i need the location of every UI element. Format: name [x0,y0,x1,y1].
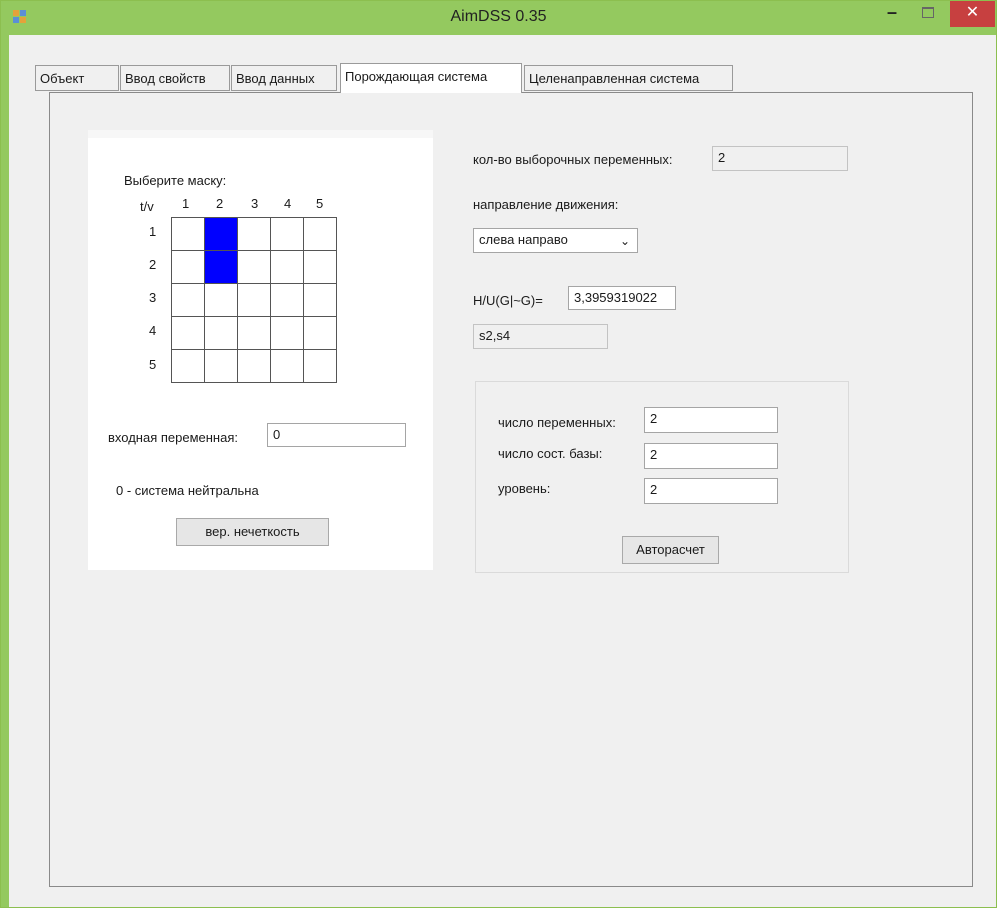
sample-vars-field[interactable]: 2 [712,146,848,171]
mask-cell[interactable] [204,316,238,350]
direction-value: слева направо [479,232,568,247]
mask-cell[interactable] [237,283,271,317]
mask-cell[interactable] [303,316,337,350]
chevron-down-icon: ⌄ [619,234,630,248]
mask-grid-row [171,316,337,350]
mask-cell[interactable] [237,217,271,251]
entropy-field[interactable]: 3,3959319022 [568,286,676,310]
mask-cell[interactable] [303,349,337,383]
mask-cell[interactable] [171,283,205,317]
mask-cell[interactable] [171,250,205,284]
mask-cell[interactable] [171,316,205,350]
mask-cell[interactable] [204,283,238,317]
mask-col-header: 2 [216,196,224,211]
mask-corner-label: t/v [140,199,154,214]
level-label: уровень: [498,481,551,496]
mask-cell[interactable] [270,316,304,350]
mask-grid[interactable] [171,217,337,383]
auto-calc-button[interactable]: Авторасчет [622,536,719,564]
window-title: AimDSS 0.35 [450,8,547,25]
mask-cell[interactable] [303,217,337,251]
mask-col-header: 5 [316,196,324,211]
entropy-label: H/U(G|~G)= [473,293,543,308]
mask-cell[interactable] [204,349,238,383]
mask-cell[interactable] [303,250,337,284]
tab-data-input[interactable]: Ввод данных [231,65,337,91]
tab-object[interactable]: Объект [35,65,119,91]
sample-vars-label: кол-во выборочных переменных: [473,152,673,167]
mask-cell[interactable] [270,250,304,284]
direction-label: направление движения: [473,197,619,212]
maximize-button[interactable] [913,1,943,27]
maximize-icon [922,7,934,18]
title-bar[interactable]: AimDSS 0.35 – ✕ [1,1,996,35]
vars-count-label: число переменных: [498,415,616,430]
mask-cell[interactable] [237,316,271,350]
input-variable-label: входная переменная: [108,430,238,445]
mask-row-header: 3 [149,290,157,305]
mask-grid-row [171,250,337,284]
level-field[interactable]: 2 [644,478,778,504]
mask-title: Выберите маску: [124,173,227,188]
mask-row-header: 5 [149,357,157,372]
tab-generating-system[interactable]: Порождающая система [340,63,522,93]
tab-properties-input[interactable]: Ввод свойств [120,65,230,91]
states-field[interactable]: s2,s4 [473,324,608,349]
mask-col-header: 3 [251,196,259,211]
mask-cell[interactable] [270,349,304,383]
mask-cell[interactable] [237,250,271,284]
mask-cell[interactable] [204,217,238,251]
mask-cell[interactable] [270,217,304,251]
base-states-label: число сост. базы: [498,446,603,461]
mask-grid-row [171,349,337,383]
mask-col-header: 4 [284,196,292,211]
minimize-button[interactable]: – [877,1,907,27]
mask-cell[interactable] [204,250,238,284]
close-button[interactable]: ✕ [950,1,995,27]
mask-cell[interactable] [171,349,205,383]
window-border [1,35,9,907]
tab-directed-system[interactable]: Целенаправленная система [524,65,733,91]
mask-grid-row [171,217,337,251]
mask-row-header: 1 [149,224,157,239]
input-variable-field[interactable]: 0 [267,423,406,447]
mask-grid-row [171,283,337,317]
mask-row-header: 4 [149,323,157,338]
mask-cell[interactable] [237,349,271,383]
fuzziness-button[interactable]: вер. нечеткость [176,518,329,546]
vars-count-field[interactable]: 2 [644,407,778,433]
mask-cell[interactable] [171,217,205,251]
direction-select[interactable]: слева направо ⌄ [473,228,638,253]
mask-row-header: 2 [149,257,157,272]
mask-cell[interactable] [270,283,304,317]
neutral-system-note: 0 - система нейтральна [116,483,259,498]
mask-cell[interactable] [303,283,337,317]
base-states-field[interactable]: 2 [644,443,778,469]
mask-col-header: 1 [182,196,190,211]
